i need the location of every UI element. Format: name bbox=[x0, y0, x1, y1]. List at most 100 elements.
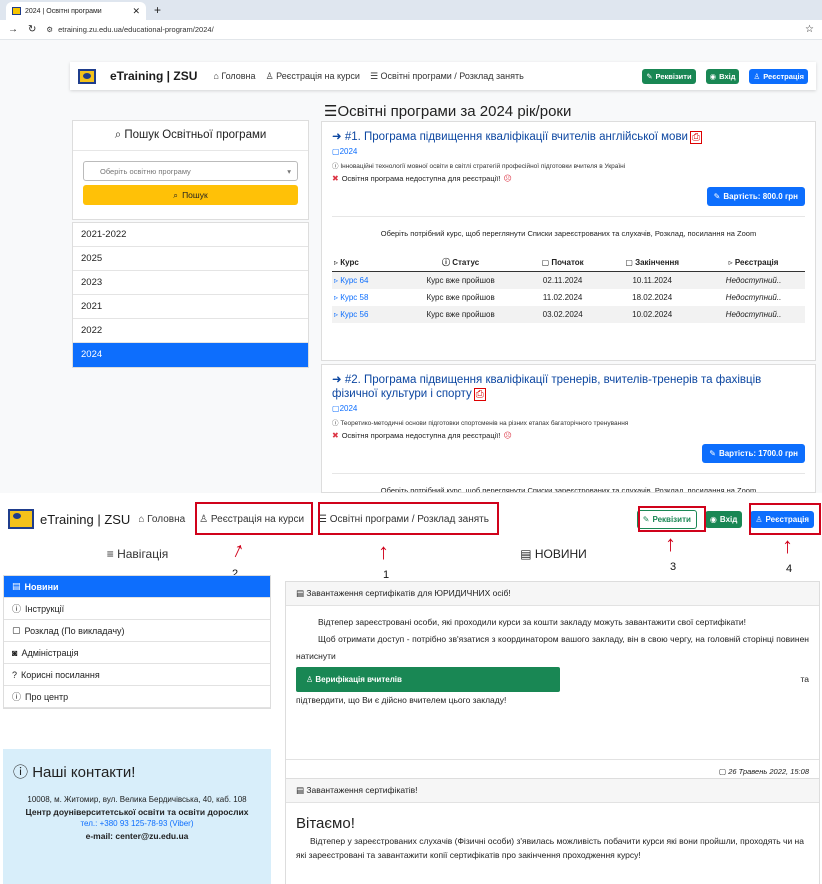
news-card: ▤ Завантаження сертифікатів для ЮРИДИЧНИ… bbox=[285, 581, 820, 781]
login-button[interactable]: ◉ Вхід bbox=[704, 510, 743, 528]
registration-label: Реєстрація bbox=[763, 71, 804, 81]
program-select[interactable]: Оберіть освітню програму ▾ bbox=[83, 161, 298, 181]
course-link[interactable]: ▹ Курс 58 bbox=[332, 289, 398, 306]
reload-icon[interactable]: ↻ bbox=[28, 24, 36, 35]
nav-register-link[interactable]: ♙ Реєстрація на курси bbox=[266, 71, 360, 82]
news-title: ▤ Завантаження сертифікатів! bbox=[286, 779, 819, 803]
browser-tab[interactable]: 2024 | Освітні програми ✕ bbox=[6, 2, 146, 20]
nav-item-administration[interactable]: ◙ Адміністрація bbox=[4, 642, 270, 664]
rekvizyty-button[interactable]: ✎ Реквізити bbox=[642, 68, 696, 84]
nav-item-news[interactable]: ▤ Новини bbox=[4, 576, 270, 598]
site-logo-icon[interactable] bbox=[78, 68, 96, 84]
year-item[interactable]: 2025 bbox=[73, 247, 308, 271]
year-item[interactable]: 2022 bbox=[73, 319, 308, 343]
home-icon: ⌂ bbox=[138, 513, 145, 525]
col-header-text: Курс bbox=[340, 258, 359, 267]
nav-item-links[interactable]: ? Корисні посилання bbox=[4, 664, 270, 686]
brand-link[interactable]: eTraining | ZSU bbox=[40, 512, 130, 527]
program-warning: ✖ Освітня програма недоступна для реєстра… bbox=[332, 174, 805, 183]
program-year: ▢2024 bbox=[332, 404, 805, 413]
highlight-box-programs bbox=[318, 502, 499, 535]
program-warning-text: Освітня програма недоступна для реєстрац… bbox=[341, 431, 501, 440]
program-title-text: #1. Програма підвищення кваліфікації вчи… bbox=[344, 131, 688, 143]
search-card-title: ⌕ Пошук Освітньої програми bbox=[73, 121, 308, 151]
sad-face-icon: ☹ bbox=[503, 431, 512, 440]
nav-programs-link[interactable]: ☰ Освітні програми / Розклад занять bbox=[370, 71, 524, 82]
course-link-text: Курс 64 bbox=[340, 276, 369, 285]
table-cell: 18.02.2024 bbox=[632, 293, 673, 302]
nav-home-label: Головна bbox=[221, 71, 256, 81]
news-heading-text: НОВИНИ bbox=[534, 547, 587, 561]
program-title-text: #2. Програма підвищення кваліфікації тре… bbox=[332, 374, 762, 400]
table-row: ▹ Курс 58 Курс вже пройшов 11.02.2024 18… bbox=[332, 289, 805, 306]
site-favicon-icon bbox=[12, 7, 21, 15]
list-icon: ☰ bbox=[324, 103, 338, 120]
nav-programs-label: Освітні програми / Розклад занять bbox=[380, 70, 524, 81]
col-header-text: Реєстрація bbox=[734, 258, 779, 267]
table-cell: 11.02.2024 bbox=[542, 293, 583, 302]
course-link[interactable]: ▹ Курс 64 bbox=[332, 271, 399, 289]
pdf-icon[interactable]: ⎙ bbox=[473, 388, 486, 401]
contacts-title: ⓘ Наші контакти! bbox=[13, 761, 261, 782]
calendar-icon: ▢ bbox=[719, 767, 727, 776]
year-list: 2021-2022 2025 2023 2021 2022 2024 bbox=[72, 222, 309, 368]
year-item[interactable]: 2023 bbox=[73, 271, 308, 295]
arrow-circle-icon: ➜ bbox=[332, 374, 342, 386]
contacts-email[interactable]: e-mail: center@zu.edu.ua bbox=[13, 830, 261, 842]
table-cell: Курс вже пройшов bbox=[426, 293, 495, 302]
course-link[interactable]: ▹ Курс 56 bbox=[332, 306, 399, 323]
info-icon: ⓘ bbox=[12, 604, 22, 614]
contacts-address: 10008, м. Житомир, вул. Велика Бердичівс… bbox=[27, 795, 247, 804]
news-date: ▢ 26 Травень 2022, 15:08 bbox=[719, 767, 809, 776]
teacher-verification-label: Верифікація вчителів bbox=[315, 675, 402, 684]
page-title: ☰Освітні програми за 2024 рік/роки bbox=[324, 102, 571, 120]
teacher-verification-button[interactable]: ♙ Верифікація вчителів bbox=[296, 667, 560, 692]
rekvizyty-label: Реквізити bbox=[655, 71, 692, 81]
year-item-active[interactable]: 2024 bbox=[73, 343, 308, 367]
side-navigation: ▤ Новини ⓘ Інструкції ▢ Розклад (По виклада… bbox=[3, 575, 271, 709]
registration-button[interactable]: ♙ Реєстрація bbox=[749, 68, 808, 84]
annotation-label: 4 bbox=[786, 563, 793, 575]
url-field[interactable]: ⚙ etraining.zu.edu.ua/educational-program… bbox=[46, 25, 795, 34]
calendar-icon: ▢ bbox=[332, 404, 340, 413]
price-button[interactable]: ✎ Вартість: 1700.0 грн bbox=[702, 444, 805, 463]
table-cell: Недоступний.. bbox=[725, 293, 782, 302]
program-card: ➜ #2. Програма підвищення кваліфікації т… bbox=[321, 364, 816, 493]
info-icon: ⓘ bbox=[332, 163, 339, 170]
home-icon: ⌂ bbox=[213, 71, 219, 81]
news-title: ▤ Завантаження сертифікатів для ЮРИДИЧНИ… bbox=[286, 582, 819, 606]
caret-down-icon: ▾ bbox=[287, 166, 291, 176]
program-title-link[interactable]: ➜ #1. Програма підвищення кваліфікації в… bbox=[332, 130, 805, 145]
highlight-box-register bbox=[195, 502, 313, 535]
user-check-icon: ♙ bbox=[306, 675, 314, 684]
nav-item-schedule[interactable]: ▢ Розклад (По викладачу) bbox=[4, 620, 270, 642]
site-settings-icon[interactable]: ⚙ bbox=[46, 25, 53, 34]
contacts-org: Центр доуніверситетської освіти та освіт… bbox=[25, 807, 249, 817]
tag-icon: ✎ bbox=[646, 71, 653, 81]
close-tab-icon[interactable]: ✕ bbox=[132, 6, 140, 17]
table-cell: 03.02.2024 bbox=[522, 306, 603, 323]
nav-home-link[interactable]: ⌂ Головна bbox=[138, 514, 185, 525]
program-search-card: ⌕ Пошук Освітньої програми Оберіть освіт… bbox=[72, 120, 309, 220]
table-cell: Недоступний.. bbox=[702, 306, 805, 323]
search-icon: ⌕ bbox=[114, 129, 122, 141]
brand-link[interactable]: eTraining | ZSU bbox=[110, 69, 197, 83]
news-greeting: Вітаємо! bbox=[296, 815, 355, 832]
search-button[interactable]: ⌕ Пошук bbox=[83, 185, 298, 205]
new-tab-icon[interactable]: + bbox=[154, 3, 161, 17]
year-item[interactable]: 2021 bbox=[73, 295, 308, 319]
pdf-icon[interactable]: ⎙ bbox=[689, 131, 702, 144]
nav-home-link[interactable]: ⌂ Головна bbox=[213, 71, 255, 81]
login-button[interactable]: ◉ Вхід bbox=[705, 68, 740, 84]
nav-item-instructions[interactable]: ⓘ Інструкції bbox=[4, 598, 270, 620]
site-logo-icon[interactable] bbox=[8, 509, 34, 529]
contacts-phone[interactable]: тел.: +380 93 125-78-93 (Viber) bbox=[13, 818, 261, 830]
program-title-link[interactable]: ➜ #2. Програма підвищення кваліфікації т… bbox=[332, 373, 805, 402]
year-item[interactable]: 2021-2022 bbox=[73, 223, 308, 247]
price-button[interactable]: ✎ Вартість: 800.0 грн bbox=[706, 187, 805, 206]
site-navbar: eTraining | ZSU ⌂ Головна ♙ Реєстрація н… bbox=[70, 62, 816, 90]
bookmark-star-icon[interactable]: ☆ bbox=[805, 24, 814, 35]
news-heading: ▤ НОВИНИ bbox=[285, 547, 822, 561]
nav-item-about[interactable]: ⓘ Про центр bbox=[4, 686, 270, 708]
forward-arrow-icon[interactable]: → bbox=[8, 24, 18, 35]
